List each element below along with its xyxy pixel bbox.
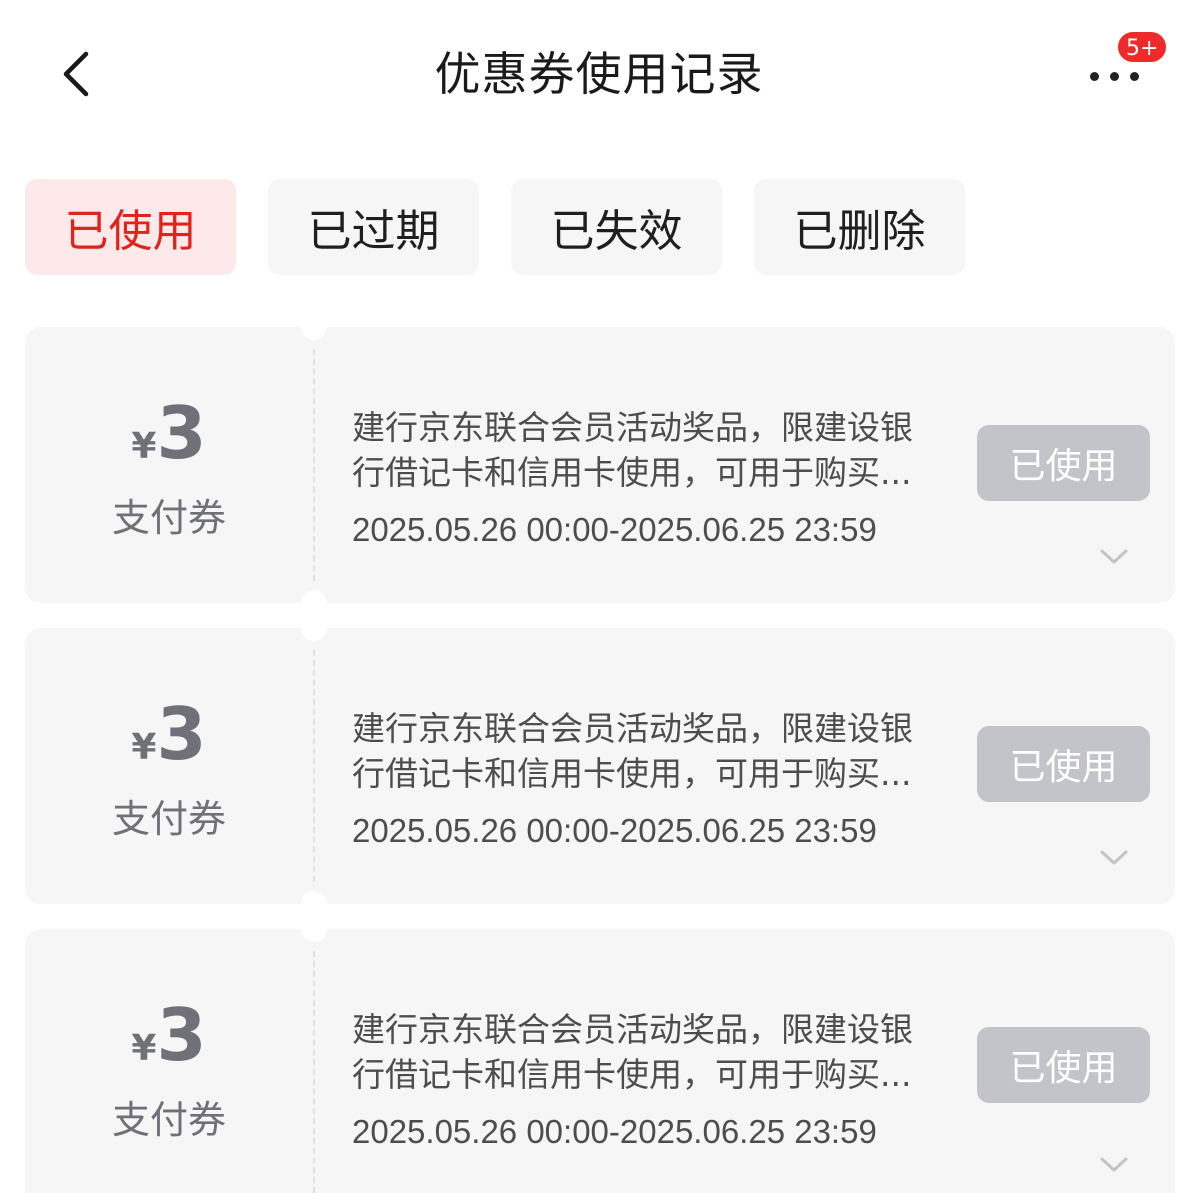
status-tabs: 已使用 已过期 已失效 已删除	[25, 179, 965, 275]
description-line: 行借记卡和信用卡使用，可用于购买...	[352, 1055, 912, 1094]
tab-deleted[interactable]: 已删除	[754, 179, 965, 275]
more-dot	[1090, 72, 1099, 81]
ticket-notch	[301, 929, 327, 942]
validity-period: 2025.05.26 00:00-2025.06.25 23:59	[352, 812, 877, 849]
used-status-button[interactable]: 已使用	[977, 425, 1150, 501]
ticket-notch	[301, 891, 327, 904]
used-status-button[interactable]: 已使用	[977, 1027, 1150, 1103]
coupon-description: 建行京东联合会员活动奖品，限建设银 行借记卡和信用卡使用，可用于购买...	[352, 405, 957, 495]
amount-value: 3	[156, 391, 207, 475]
ticket-notch	[301, 628, 327, 641]
chevron-down-icon[interactable]	[1097, 1153, 1131, 1177]
dashed-divider	[313, 650, 315, 882]
coupon-card[interactable]: ¥3 支付券 建行京东联合会员活动奖品，限建设银 行借记卡和信用卡使用，可用于购…	[25, 929, 1175, 1193]
description-line: 建行京东联合会员活动奖品，限建设银	[352, 1010, 913, 1049]
description-line: 行借记卡和信用卡使用，可用于购买...	[352, 754, 912, 793]
coupon-card[interactable]: ¥3 支付券 建行京东联合会员活动奖品，限建设银 行借记卡和信用卡使用，可用于购…	[25, 327, 1175, 603]
coupon-type: 支付券	[111, 496, 226, 540]
chevron-down-icon[interactable]	[1097, 846, 1131, 870]
notification-badge: 5+	[1116, 30, 1169, 64]
validity-period: 2025.05.26 00:00-2025.06.25 23:59	[352, 1113, 877, 1150]
more-dot	[1130, 72, 1139, 81]
tab-invalid[interactable]: 已失效	[511, 179, 722, 275]
ticket-notch	[301, 590, 327, 603]
coupon-amount: ¥3	[25, 995, 313, 1075]
ticket-notch	[301, 327, 327, 340]
used-status-button[interactable]: 已使用	[977, 726, 1150, 802]
page-title: 优惠券使用记录	[434, 47, 764, 101]
coupon-type: 支付券	[111, 1098, 226, 1142]
coupon-amount: ¥3	[25, 393, 313, 473]
chevron-down-icon[interactable]	[1097, 545, 1131, 569]
description-line: 行借记卡和信用卡使用，可用于购买...	[352, 453, 912, 492]
coupon-amount: ¥3	[25, 694, 313, 774]
coupon-card[interactable]: ¥3 支付券 建行京东联合会员活动奖品，限建设银 行借记卡和信用卡使用，可用于购…	[25, 628, 1175, 904]
currency-symbol: ¥	[131, 426, 157, 467]
coupon-description: 建行京东联合会员活动奖品，限建设银 行借记卡和信用卡使用，可用于购买...	[352, 706, 957, 796]
tab-expired[interactable]: 已过期	[268, 179, 479, 275]
validity-period: 2025.05.26 00:00-2025.06.25 23:59	[352, 511, 877, 548]
description-line: 建行京东联合会员活动奖品，限建设银	[352, 408, 913, 447]
amount-value: 3	[156, 692, 207, 776]
currency-symbol: ¥	[131, 727, 157, 768]
more-dot	[1110, 72, 1119, 81]
dashed-divider	[313, 951, 315, 1193]
description-line: 建行京东联合会员活动奖品，限建设银	[352, 709, 913, 748]
dashed-divider	[313, 349, 315, 581]
coupon-type: 支付券	[111, 797, 226, 841]
currency-symbol: ¥	[131, 1028, 157, 1069]
amount-value: 3	[156, 993, 207, 1077]
coupon-history-page: 优惠券使用记录 5+ 已使用 已过期 已失效 已删除 ¥3 支付券 建行京东联合…	[0, 0, 1198, 1193]
header: 优惠券使用记录 5+	[0, 0, 1198, 150]
coupon-description: 建行京东联合会员活动奖品，限建设银 行借记卡和信用卡使用，可用于购买...	[352, 1007, 957, 1097]
tab-used[interactable]: 已使用	[25, 179, 236, 275]
